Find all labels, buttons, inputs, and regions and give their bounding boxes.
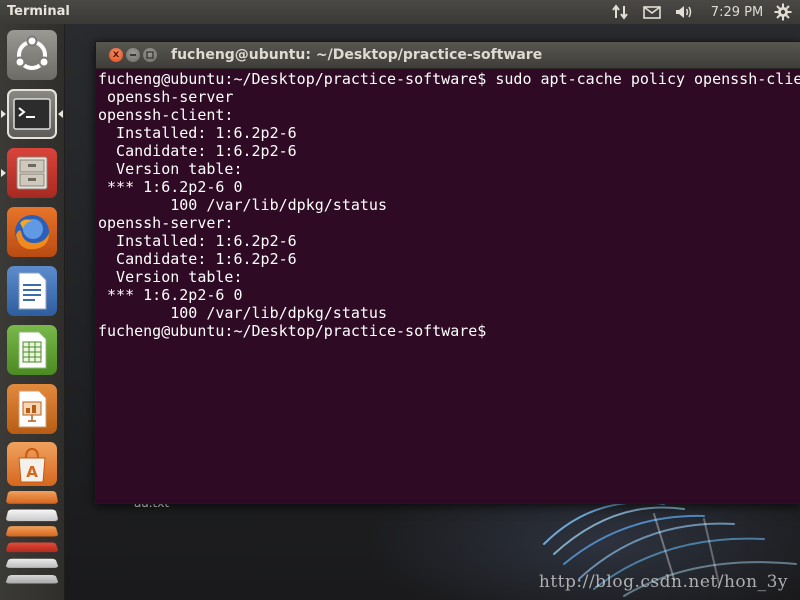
top-panel: Terminal 7:29 PM [0, 0, 800, 24]
close-button[interactable]: x [109, 48, 123, 62]
launcher-overflow-stack[interactable] [5, 488, 59, 598]
firefox-icon [15, 215, 49, 250]
maximize-button[interactable] [143, 48, 157, 62]
app-title: Terminal [7, 4, 70, 19]
terminal-line: 100 /var/lib/dpkg/status [98, 196, 387, 214]
terminal-line: openssh-server: [98, 214, 234, 232]
terminal-output[interactable]: fucheng@ubuntu:~/Desktop/practice-softwa… [98, 70, 800, 502]
terminal-line: Candidate: 1:6.2p2-6 [98, 142, 297, 160]
shopping-bag-icon: A [18, 447, 46, 483]
launcher-writer-button[interactable] [7, 266, 57, 316]
terminal-line: Version table: [98, 160, 243, 178]
terminal-line: Candidate: 1:6.2p2-6 [98, 250, 297, 268]
writer-document-icon [18, 272, 47, 310]
launcher-dash-button[interactable] [7, 30, 57, 80]
clock[interactable]: 7:29 PM [709, 3, 765, 21]
launcher-terminal-button[interactable] [7, 89, 57, 139]
svg-text:A: A [26, 463, 38, 481]
calc-spreadsheet-icon [18, 331, 47, 369]
terminal-line: Installed: 1:6.2p2-6 [98, 232, 297, 250]
terminal-line: Version table: [98, 268, 243, 286]
window-title: fucheng@ubuntu: ~/Desktop/practice-softw… [171, 47, 543, 63]
launcher-files-button[interactable] [7, 148, 57, 198]
minimize-button[interactable] [126, 48, 140, 62]
watermark-text: http://blog.csdn.net/hon_3y [538, 572, 788, 592]
volume-icon[interactable] [673, 3, 695, 21]
mail-icon[interactable] [641, 3, 663, 21]
launcher: A [0, 24, 65, 600]
terminal-line: *** 1:6.2p2-6 0 [98, 286, 243, 304]
terminal-line: *** 1:6.2p2-6 0 [98, 178, 243, 196]
close-icon: x [112, 49, 120, 60]
launcher-firefox-button[interactable] [7, 207, 57, 257]
file-cabinet-icon [16, 156, 48, 190]
launcher-impress-button[interactable] [7, 384, 57, 434]
terminal-line: fucheng@ubuntu:~/Desktop/practice-softwa… [98, 70, 800, 88]
terminal-icon [13, 98, 51, 130]
network-icon[interactable] [610, 3, 630, 21]
ubuntu-logo-icon [14, 35, 50, 70]
terminal-line: openssh-server [98, 88, 234, 106]
running-indicator [1, 169, 6, 177]
minimize-icon [130, 54, 136, 56]
maximize-icon [146, 51, 154, 59]
terminal-prompt-line[interactable]: fucheng@ubuntu:~/Desktop/practice-softwa… [98, 322, 486, 340]
terminal-line: Installed: 1:6.2p2-6 [98, 124, 297, 142]
active-indicator [58, 110, 63, 118]
running-indicator [1, 110, 6, 118]
impress-presentation-icon [18, 390, 47, 428]
window-titlebar[interactable]: x fucheng@ubuntu: ~/Desktop/practice-sof… [96, 42, 800, 69]
launcher-software-center-button[interactable]: A [7, 442, 57, 486]
terminal-line: 100 /var/lib/dpkg/status [98, 304, 387, 322]
terminal-line: openssh-client: [98, 106, 234, 124]
terminal-window[interactable]: x fucheng@ubuntu: ~/Desktop/practice-sof… [95, 41, 800, 504]
session-gear-icon[interactable] [772, 3, 794, 21]
launcher-calc-button[interactable] [7, 325, 57, 375]
